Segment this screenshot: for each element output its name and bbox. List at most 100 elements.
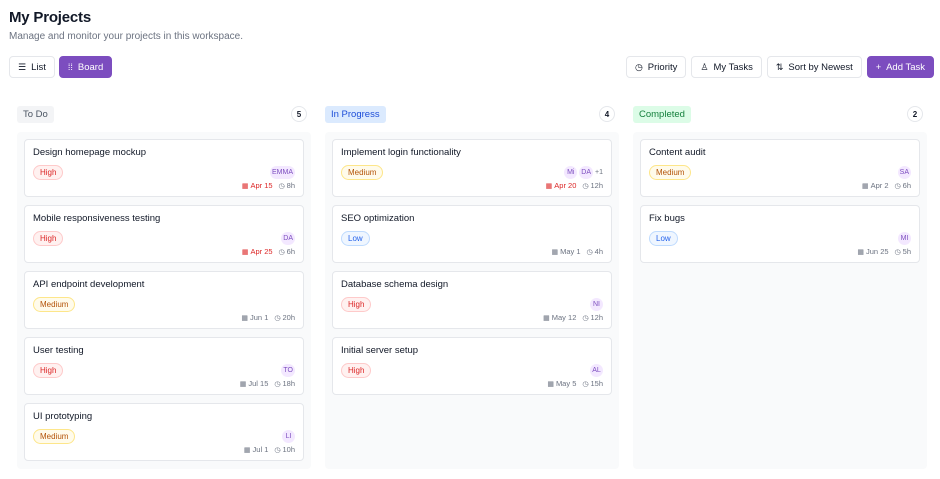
calendar-icon: ▦ [543,314,550,322]
kanban-board: To Do 5 Design homepage mockup High EMMA… [17,104,927,469]
task-card[interactable]: Implement login functionality Medium Mi … [332,139,612,197]
task-title: User testing [33,345,84,356]
column-count-badge: 5 [291,106,307,122]
avatar: Mi [564,166,578,179]
estimate-hours: 6h [902,181,911,190]
task-title: Design homepage mockup [33,147,147,158]
calendar-icon: ▦ [551,248,559,256]
estimate-hours: 4h [594,247,603,256]
avatar: SA [897,166,911,179]
estimate-hours: 20h [282,313,295,322]
task-title: UI prototyping [33,411,93,422]
task-card[interactable]: Database schema design High NI ▦ May 12 ◷… [332,271,612,329]
estimate-hours: 12h [590,313,603,322]
due-date: Apr 2 [870,181,889,190]
estimate-hours: 10h [282,445,295,454]
estimate-hours: 18h [282,379,295,388]
list-view-button[interactable]: ☰ List [9,56,55,78]
clock-icon: ◷ [274,380,281,388]
calendar-icon: ▦ [545,182,553,190]
task-card[interactable]: SEO optimization Low ▦ May 1 ◷ 4h [332,205,612,263]
clock-icon: ◷ [582,182,589,190]
priority-filter-button[interactable]: ◷ Priority [625,56,687,78]
filter-toolbar: ◷ Priority ♙ My Tasks ⇅ Sort by Newest +… [625,56,934,78]
board-view-label: Board [77,61,104,73]
estimate-hours: 15h [590,379,603,388]
avatar: DA [281,232,295,245]
column-status-pill: Completed [633,105,691,123]
more-assignees-count: +1 [595,169,603,176]
task-card[interactable]: Initial server setup High AL ▦ May 5 ◷ 15h [332,337,612,395]
sort-label: Sort by Newest [788,61,853,73]
calendar-icon: ▦ [241,182,249,190]
task-title: Database schema design [341,279,449,290]
projects-page: My Projects Manage and monitor your proj… [0,0,940,479]
clock-icon: ◷ [894,248,901,256]
clock-icon: ◷ [582,380,589,388]
column-completed: Completed 2 Content audit Medium SA ▦ Apr… [633,104,927,469]
clock-icon: ◷ [634,61,643,72]
view-toggle: ☰ List ⁞⁞ Board [9,56,113,78]
my-tasks-label: My Tasks [713,61,753,73]
task-title: API endpoint development [33,279,145,290]
task-title: Content audit [649,147,706,158]
sort-button[interactable]: ⇅ Sort by Newest [766,56,862,78]
clock-icon: ◷ [274,446,281,454]
priority-badge: Low [649,231,678,246]
plus-icon: + [875,61,882,72]
add-task-button[interactable]: + Add Task [866,56,934,78]
priority-badge: High [33,165,64,180]
avatar: NI [590,298,603,311]
board-view-button[interactable]: ⁞⁞ Board [58,56,113,78]
avatar: AL [590,364,603,377]
task-title: Mobile responsiveness testing [33,213,161,224]
priority-badge: Medium [33,429,76,444]
task-card[interactable]: User testing High TO ▦ Jul 15 ◷ 18h [24,337,304,395]
due-date: May 5 [555,379,577,388]
task-card[interactable]: Fix bugs Low MI ▦ Jun 25 ◷ 5h [640,205,920,263]
board-icon: ⁞⁞ [67,61,73,72]
priority-badge: High [33,363,64,378]
task-card[interactable]: Mobile responsiveness testing High DA ▦ A… [24,205,304,263]
task-card[interactable]: API endpoint development Medium ▦ Jun 1 ◷… [24,271,304,329]
priority-badge: Medium [33,297,76,312]
task-title: Initial server setup [341,345,419,356]
column-count-badge: 2 [907,106,923,122]
column-body: Design homepage mockup High EMMA ▦ Apr 15… [17,132,311,469]
column-header: In Progress 4 [325,104,619,124]
due-date: Jul 15 [248,379,269,388]
priority-badge: High [341,363,372,378]
due-date: Jul 1 [252,445,269,454]
priority-filter-label: Priority [647,61,678,73]
calendar-icon: ▦ [241,248,249,256]
page-title: My Projects [9,9,91,26]
clock-icon: ◷ [274,314,281,322]
priority-badge: Low [341,231,370,246]
column-header: To Do 5 [17,104,311,124]
estimate-hours: 6h [286,247,295,256]
priority-badge: Medium [341,165,384,180]
due-date: Apr 20 [554,181,577,190]
my-tasks-button[interactable]: ♙ My Tasks [691,56,762,78]
task-card[interactable]: Content audit Medium SA ▦ Apr 2 ◷ 6h [640,139,920,197]
due-date: May 1 [560,247,581,256]
task-title: Fix bugs [649,213,685,224]
priority-badge: High [33,231,64,246]
column-status-pill: To Do [17,105,54,123]
task-title: SEO optimization [341,213,415,224]
clock-icon: ◷ [894,182,901,190]
due-date: May 12 [551,313,577,322]
estimate-hours: 12h [590,181,603,190]
task-card[interactable]: UI prototyping Medium LI ▦ Jul 1 ◷ 10h [24,403,304,461]
user-icon: ♙ [700,61,709,72]
calendar-icon: ▦ [241,314,249,322]
due-date: Apr 25 [250,247,273,256]
due-date: Apr 15 [250,181,273,190]
calendar-icon: ▦ [861,182,869,190]
column-body: Implement login functionality Medium Mi … [325,132,619,469]
list-view-label: List [31,61,46,73]
clock-icon: ◷ [278,182,285,190]
avatar: DA [579,166,594,179]
task-title: Implement login functionality [341,147,461,158]
task-card[interactable]: Design homepage mockup High EMMA ▦ Apr 15… [24,139,304,197]
